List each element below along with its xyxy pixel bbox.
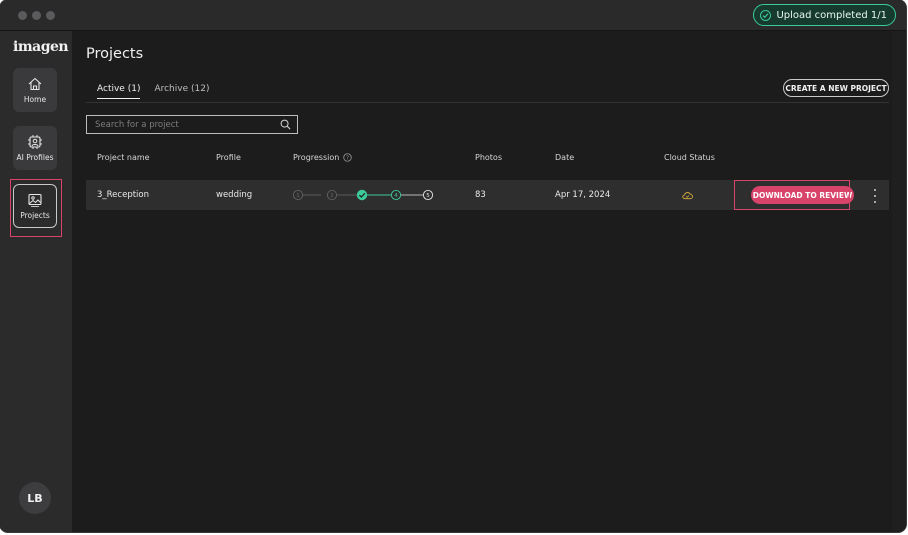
photos-cell: 83	[475, 190, 486, 200]
progression-step-2: 2	[327, 190, 338, 200]
progression-tracker: 1 2 4 5	[292, 180, 437, 210]
progression-step-5: 5	[422, 189, 434, 201]
column-header-label: Progression	[293, 153, 340, 162]
search-icon[interactable]	[280, 119, 291, 130]
tab-active[interactable]: Active (1)	[97, 84, 141, 99]
zoom-window-button[interactable]	[46, 11, 55, 20]
step-label: 2	[330, 193, 334, 199]
scrollbar[interactable]	[892, 31, 906, 532]
sidebar-item-ai-profiles[interactable]: AI Profiles	[13, 126, 57, 170]
main-content: Projects Active (1) Archive (12) CREATE …	[72, 31, 906, 532]
title-bar: Upload completed 1/1	[0, 0, 906, 31]
sidebar-item-label: Projects	[20, 211, 50, 220]
progression-step-3-complete	[356, 189, 368, 201]
sidebar-item-home[interactable]: Home	[13, 68, 57, 112]
page-title: Projects	[86, 46, 144, 62]
avatar[interactable]: LB	[19, 482, 51, 514]
profile-cell: wedding	[216, 190, 253, 200]
column-header-progression: Progression ?	[293, 153, 353, 162]
column-header-profile: Profile	[216, 153, 241, 162]
table-row[interactable]: 3_Reception wedding 1 2 4 5 83 Apr 17, 2…	[86, 180, 889, 210]
check-circle-icon	[760, 9, 772, 21]
sidebar-item-label: AI Profiles	[16, 153, 54, 162]
tab-archive[interactable]: Archive (12)	[154, 84, 209, 99]
home-icon	[28, 77, 42, 91]
minimize-window-button[interactable]	[32, 11, 41, 20]
cloud-check-icon	[682, 191, 693, 199]
ai-profile-icon	[28, 135, 42, 149]
upload-status-toast: Upload completed 1/1	[753, 4, 896, 26]
app-window: Upload completed 1/1 imagen Home AI Prof…	[0, 0, 906, 532]
column-header-date: Date	[555, 153, 575, 162]
progression-step-1: 1	[293, 190, 303, 200]
step-label: 1	[296, 193, 300, 199]
column-header-photos: Photos	[475, 153, 502, 162]
cloud-status-cell	[682, 180, 693, 210]
create-project-button[interactable]: CREATE A NEW PROJECT	[783, 79, 889, 97]
close-window-button[interactable]	[18, 11, 27, 20]
column-header-cloud-status: Cloud Status	[664, 153, 715, 162]
imagen-logo: imagen	[13, 39, 69, 55]
column-header-project-name: Project name	[97, 153, 150, 162]
sidebar-item-projects[interactable]: Projects	[13, 184, 57, 228]
project-tabs: Active (1) Archive (12)	[97, 84, 209, 99]
download-to-review-button[interactable]: DOWNLOAD TO REVIEW	[751, 186, 854, 204]
sidebar: imagen Home AI Profiles Projects LB	[0, 31, 72, 532]
project-name-cell[interactable]: 3_Reception	[97, 180, 149, 210]
date-cell: Apr 17, 2024	[555, 190, 611, 200]
toast-text: Upload completed 1/1	[776, 9, 887, 21]
progression-steps: 1 2 4 5	[293, 189, 434, 201]
help-icon[interactable]: ?	[343, 153, 353, 162]
search-box	[86, 115, 298, 134]
step-label: 4	[394, 193, 398, 199]
search-input[interactable]	[95, 119, 280, 130]
svg-text:?: ?	[346, 156, 349, 162]
more-options-icon[interactable]	[872, 189, 878, 203]
sidebar-item-label: Home	[23, 95, 47, 104]
tabs-divider	[86, 102, 889, 103]
progression-step-4: 4	[390, 189, 402, 201]
photo-icon	[28, 193, 42, 207]
step-label: 5	[426, 193, 430, 199]
